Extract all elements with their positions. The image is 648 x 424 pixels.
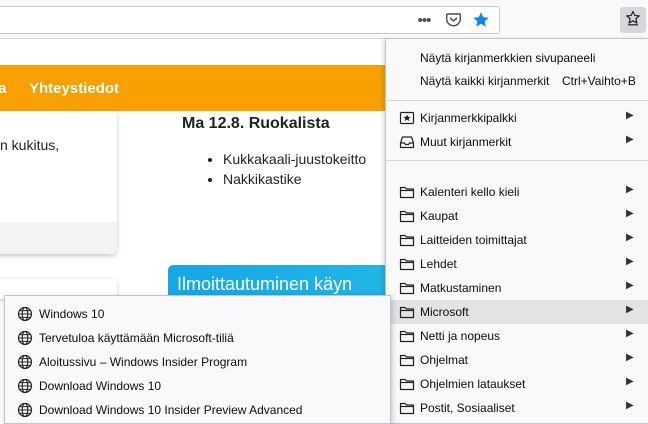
bookmark-folder[interactable]: Postit, Sosiaaliset ▶ — [386, 396, 648, 420]
signup-banner-text: Ilmoittautuminen käyn — [177, 274, 353, 294]
globe-icon — [17, 330, 33, 346]
bookmark-folder[interactable]: Ohjelmien lataukset ▶ — [386, 372, 648, 396]
chevron-right-icon: ▶ — [626, 134, 634, 145]
menu-item-show-all[interactable]: Näytä kaikki kirjanmerkit Ctrl+Vaihto+B — [386, 69, 648, 93]
chevron-right-icon: ▶ — [626, 280, 634, 291]
bookmark-folder[interactable]: Laitteiden toimittajat ▶ — [386, 228, 648, 252]
menu-item-label: Näytä kaikki kirjanmerkit — [420, 74, 550, 88]
bookmark-folder[interactable]: Lehdet ▶ — [386, 252, 648, 276]
globe-icon — [17, 378, 33, 394]
browser-toolbar: ••• — [0, 0, 648, 39]
globe-icon — [17, 354, 33, 370]
bookmark-item[interactable]: Tervetuloa käyttämään Microsoft-tiliä — [5, 326, 390, 350]
chevron-right-icon: ▶ — [626, 110, 634, 121]
site-navbar: ia Yhteystiedot — [0, 65, 420, 111]
bookmark-folder-label: Postit, Sosiaaliset — [420, 401, 515, 415]
pocket-icon[interactable] — [442, 7, 464, 33]
menu-separator — [386, 100, 648, 101]
news-card: n kukitus, — [0, 111, 117, 254]
bookmark-item-label: Download Windows 10 — [39, 379, 162, 393]
ellipsis-icon[interactable]: ••• — [413, 7, 435, 33]
chevron-right-icon: ▶ — [626, 400, 634, 411]
menu-item-bookmarks-toolbar[interactable]: Kirjanmerkkipalkki ▶ — [386, 106, 648, 130]
bookmarks-toolbar-icon — [399, 110, 415, 126]
shortcut-label: Ctrl+Vaihto+B — [562, 74, 636, 88]
folder-icon — [399, 376, 415, 392]
bookmark-folder[interactable]: Kalenteri kello kieli ▶ — [386, 180, 648, 204]
folder-icon — [399, 208, 415, 224]
bookmark-folder[interactable]: Netti ja nopeus ▶ — [386, 324, 648, 348]
nav-item-contact[interactable]: Yhteystiedot — [29, 80, 119, 97]
chevron-right-icon: ▶ — [626, 232, 634, 243]
bookmark-item-label: Aloitussivu – Windows Insider Program — [39, 355, 248, 369]
folder-icon — [399, 256, 415, 272]
bookmark-item[interactable]: Download Windows 10 Insider Preview Adva… — [5, 398, 390, 422]
chevron-right-icon: ▶ — [626, 304, 634, 315]
tray-icon — [399, 134, 415, 150]
folder-icon — [399, 304, 415, 320]
star-filled-icon[interactable] — [470, 7, 492, 33]
bookmarks-library-button[interactable] — [620, 7, 646, 33]
card-footer — [0, 222, 117, 254]
lunch-menu-title: Ma 12.8. Ruokalista — [182, 115, 330, 132]
chevron-right-icon: ▶ — [626, 184, 634, 195]
bookmarks-library-icon — [625, 10, 641, 31]
folder-icon — [399, 184, 415, 200]
bookmark-folder-label: Ohjelmat — [420, 353, 469, 367]
menu-separator — [386, 160, 648, 161]
url-bar[interactable]: ••• — [0, 6, 500, 34]
folder-icon — [399, 280, 415, 296]
nav-item-partial[interactable]: ia — [0, 80, 7, 97]
microsoft-submenu: Windows 10 Tervetuloa käyttämään Microsof… — [4, 295, 391, 424]
bookmark-item-label: Windows 10 — [39, 307, 105, 321]
bookmark-folder-label: Kalenteri kello kieli — [420, 185, 520, 199]
bookmark-item[interactable]: Download Windows 10 — [5, 374, 390, 398]
list-item: Nakkikastike — [223, 169, 366, 189]
bookmark-folder[interactable]: Matkustaminen ▶ — [386, 276, 648, 300]
bookmark-folder-label: Lehdet — [420, 257, 457, 271]
globe-icon — [17, 402, 33, 418]
bookmark-folder-label: Ohjelmien lataukset — [420, 377, 526, 391]
bookmark-folder[interactable]: Kaupat ▶ — [386, 204, 648, 228]
menu-item-show-sidebar[interactable]: Näytä kirjanmerkkien sivupaneeli — [386, 46, 648, 70]
bookmarks-menu: Näytä kirjanmerkkien sivupaneeli Näytä k… — [385, 38, 648, 424]
chevron-right-icon: ▶ — [626, 208, 634, 219]
bookmark-folder-label: Laitteiden toimittajat — [420, 233, 527, 247]
folder-icon — [399, 328, 415, 344]
bookmark-folder-label: Matkustaminen — [420, 281, 502, 295]
list-item: Kukkakaali-juustokeitto — [223, 149, 366, 169]
folder-icon — [399, 232, 415, 248]
bookmark-folder[interactable]: Ohjelmat ▶ — [386, 348, 648, 372]
card-text: n kukitus, — [0, 137, 60, 153]
bookmark-folder[interactable]: Microsoft ▶ — [386, 300, 648, 324]
chevron-right-icon: ▶ — [626, 328, 634, 339]
bookmark-folder-label: Kaupat — [420, 209, 459, 223]
bookmark-item-label: Download Windows 10 Insider Preview Adva… — [39, 403, 303, 417]
menu-item-label: Muut kirjanmerkit — [420, 135, 512, 149]
chevron-right-icon: ▶ — [626, 352, 634, 363]
menu-item-label: Näytä kirjanmerkkien sivupaneeli — [420, 51, 596, 65]
bookmark-item-label: Tervetuloa käyttämään Microsoft-tiliä — [39, 331, 234, 345]
bookmark-item[interactable]: Windows 10 — [5, 302, 390, 326]
bookmark-item[interactable]: Aloitussivu – Windows Insider Program — [5, 350, 390, 374]
globe-icon — [17, 306, 33, 322]
menu-item-other-bookmarks[interactable]: Muut kirjanmerkit ▶ — [386, 130, 648, 154]
chevron-right-icon: ▶ — [626, 256, 634, 267]
bookmark-folder-label: Microsoft — [420, 305, 469, 319]
chevron-right-icon: ▶ — [626, 376, 634, 387]
lunch-menu-list: Kukkakaali-juustokeitto Nakkikastike — [205, 149, 366, 189]
folder-icon — [399, 400, 415, 416]
bookmark-folder-label: Netti ja nopeus — [420, 329, 501, 343]
folder-icon — [399, 352, 415, 368]
menu-item-label: Kirjanmerkkipalkki — [420, 111, 517, 125]
